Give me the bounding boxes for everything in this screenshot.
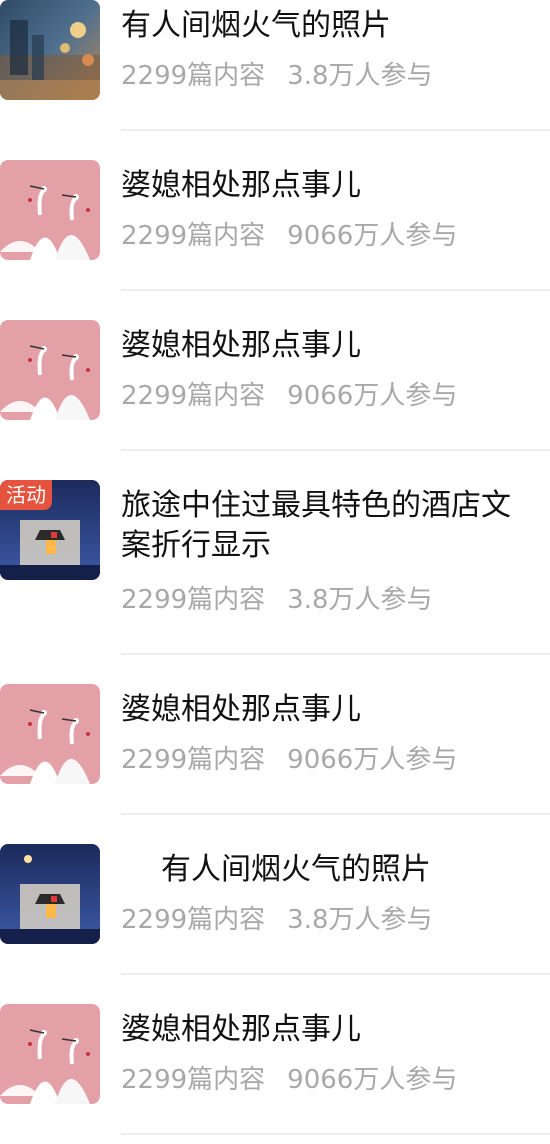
divider	[121, 449, 550, 451]
topic-thumbnail	[0, 160, 100, 260]
divider	[121, 289, 550, 291]
topic-thumbnail	[0, 684, 100, 784]
participant-count: 3.8万人参与	[287, 585, 433, 615]
topic-thumbnail	[0, 844, 100, 944]
post-count: 2299篇内容	[121, 221, 266, 251]
list-item[interactable]: 有人间烟火气的照片 2299篇内容 3.8万人参与	[0, 824, 550, 984]
post-count: 2299篇内容	[121, 381, 266, 411]
divider	[121, 813, 550, 815]
post-count: 2299篇内容	[121, 905, 266, 935]
topic-stats: 2299篇内容 3.8万人参与	[121, 584, 433, 616]
topic-thumbnail	[0, 320, 100, 420]
topic-thumbnail: 活动	[0, 480, 100, 580]
topic-stats: 2299篇内容 9066万人参与	[121, 220, 457, 252]
topic-stats: 2299篇内容 9066万人参与	[121, 1064, 457, 1096]
post-count: 2299篇内容	[121, 1065, 266, 1095]
divider	[121, 129, 550, 131]
divider	[121, 973, 550, 975]
participant-count: 9066万人参与	[287, 745, 458, 775]
topic-title: 婆媳相处那点事儿	[121, 328, 361, 363]
list-item[interactable]: 婆媳相处那点事儿 2299篇内容 9066万人参与	[0, 984, 550, 1144]
list-item[interactable]: 活动 旅途中住过最具特色的酒店文案折行显示 2299篇内容 3.8万人参与	[0, 460, 550, 664]
topic-stats: 2299篇内容 9066万人参与	[121, 744, 457, 776]
topic-stats: 2299篇内容 3.8万人参与	[121, 60, 433, 92]
topic-title: 有人间烟火气的照片	[161, 852, 431, 887]
post-count: 2299篇内容	[121, 585, 266, 615]
topic-title: 有人间烟火气的照片	[121, 8, 391, 43]
participant-count: 9066万人参与	[287, 1065, 458, 1095]
topic-thumbnail	[0, 1004, 100, 1104]
participant-count: 9066万人参与	[287, 221, 458, 251]
topic-title: 婆媳相处那点事儿	[121, 168, 361, 203]
activity-badge: 活动	[0, 480, 52, 510]
list-item[interactable]: 婆媳相处那点事儿 2299篇内容 9066万人参与	[0, 300, 550, 460]
topic-stats: 2299篇内容 9066万人参与	[121, 380, 457, 412]
topic-title: 婆媳相处那点事儿	[121, 1012, 361, 1047]
topic-list: 有人间烟火气的照片 2299篇内容 3.8万人参与 婆媳相处那点事儿 2299篇…	[0, 0, 550, 1144]
divider	[121, 653, 550, 655]
participant-count: 9066万人参与	[287, 381, 458, 411]
post-count: 2299篇内容	[121, 745, 266, 775]
participant-count: 3.8万人参与	[287, 61, 433, 91]
list-item[interactable]: 有人间烟火气的照片 2299篇内容 3.8万人参与	[0, 0, 550, 140]
post-count: 2299篇内容	[121, 61, 266, 91]
participant-count: 3.8万人参与	[287, 905, 433, 935]
list-item[interactable]: 婆媳相处那点事儿 2299篇内容 9066万人参与	[0, 140, 550, 300]
list-item[interactable]: 婆媳相处那点事儿 2299篇内容 9066万人参与	[0, 664, 550, 824]
topic-title: 婆媳相处那点事儿	[121, 692, 361, 727]
topic-title: 旅途中住过最具特色的酒店文案折行显示	[121, 488, 511, 563]
topic-stats: 2299篇内容 3.8万人参与	[121, 904, 433, 936]
topic-thumbnail	[0, 0, 100, 100]
